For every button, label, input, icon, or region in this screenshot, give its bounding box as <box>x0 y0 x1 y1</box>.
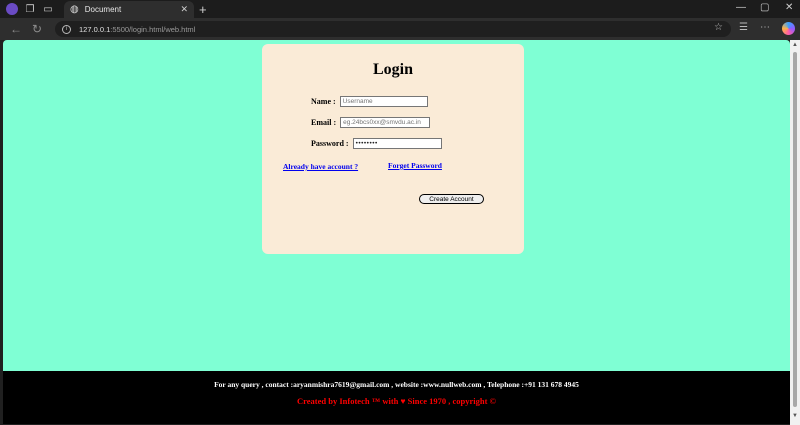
scroll-thumb[interactable] <box>793 52 797 407</box>
login-heading: Login <box>372 61 413 78</box>
scroll-down-icon[interactable]: ▼ <box>792 413 798 419</box>
minimize-icon[interactable]: — <box>736 2 746 13</box>
forget-password-link[interactable]: Forget Password <box>388 161 442 170</box>
login-card: Login Name : Email : Password : ••••••••… <box>262 44 524 254</box>
footer-credit: Created by Infotech ™ with ♥ Since 1970 … <box>297 396 496 406</box>
back-icon[interactable]: ← <box>10 22 22 36</box>
address-bar[interactable]: i 127.0.0.1:5500/login.html/web.html ☆ <box>55 21 731 37</box>
footer: For any query , contact :aryanmishra7619… <box>3 371 790 424</box>
refresh-icon[interactable]: ↻ <box>32 22 42 36</box>
url-text[interactable]: 127.0.0.1:5500/login.html/web.html <box>79 25 195 34</box>
name-row: Name : <box>311 96 428 107</box>
copilot-icon[interactable] <box>782 22 795 35</box>
name-label: Name : <box>311 97 336 106</box>
vertical-scrollbar[interactable]: ▲ ▼ <box>790 40 800 425</box>
browser-tab-bar: ❐ ▭ ◍ Document ✕ + — ▢ ✕ <box>0 0 800 18</box>
password-row: Password : •••••••• <box>311 138 442 149</box>
collections-icon[interactable]: ☰ <box>739 22 748 33</box>
tab-actions-icon[interactable]: ▭ <box>42 3 54 15</box>
address-bar-row: ← ↻ i 127.0.0.1:5500/login.html/web.html… <box>0 18 800 40</box>
create-account-button[interactable]: Create Account <box>419 194 484 204</box>
password-label: Password : <box>311 139 349 148</box>
close-tab-icon[interactable]: ✕ <box>180 4 188 15</box>
email-row: Email : <box>311 117 431 128</box>
favorite-star-icon[interactable]: ☆ <box>714 22 723 33</box>
browser-tab-document[interactable]: ◍ Document ✕ <box>64 1 194 18</box>
scroll-up-icon[interactable]: ▲ <box>792 42 798 48</box>
footer-contact: For any query , contact :aryanmishra7619… <box>214 380 579 389</box>
site-info-icon[interactable]: i <box>62 24 71 34</box>
password-input[interactable]: •••••••• <box>352 138 442 149</box>
already-have-account-link[interactable]: Already have account ? <box>283 162 358 171</box>
more-menu-icon[interactable]: ⋯ <box>760 22 770 33</box>
name-input[interactable] <box>339 96 428 107</box>
workspaces-icon[interactable]: ❐ <box>24 3 36 15</box>
profile-avatar[interactable] <box>6 3 18 15</box>
new-tab-icon[interactable]: + <box>199 2 207 17</box>
email-label: Email : <box>311 118 337 127</box>
globe-icon: ◍ <box>70 4 79 15</box>
maximize-icon[interactable]: ▢ <box>760 2 769 13</box>
close-window-icon[interactable]: ✕ <box>785 2 793 13</box>
tab-title: Document <box>84 5 122 14</box>
page-viewport: Login Name : Email : Password : ••••••••… <box>3 40 790 424</box>
email-input[interactable] <box>340 117 431 128</box>
